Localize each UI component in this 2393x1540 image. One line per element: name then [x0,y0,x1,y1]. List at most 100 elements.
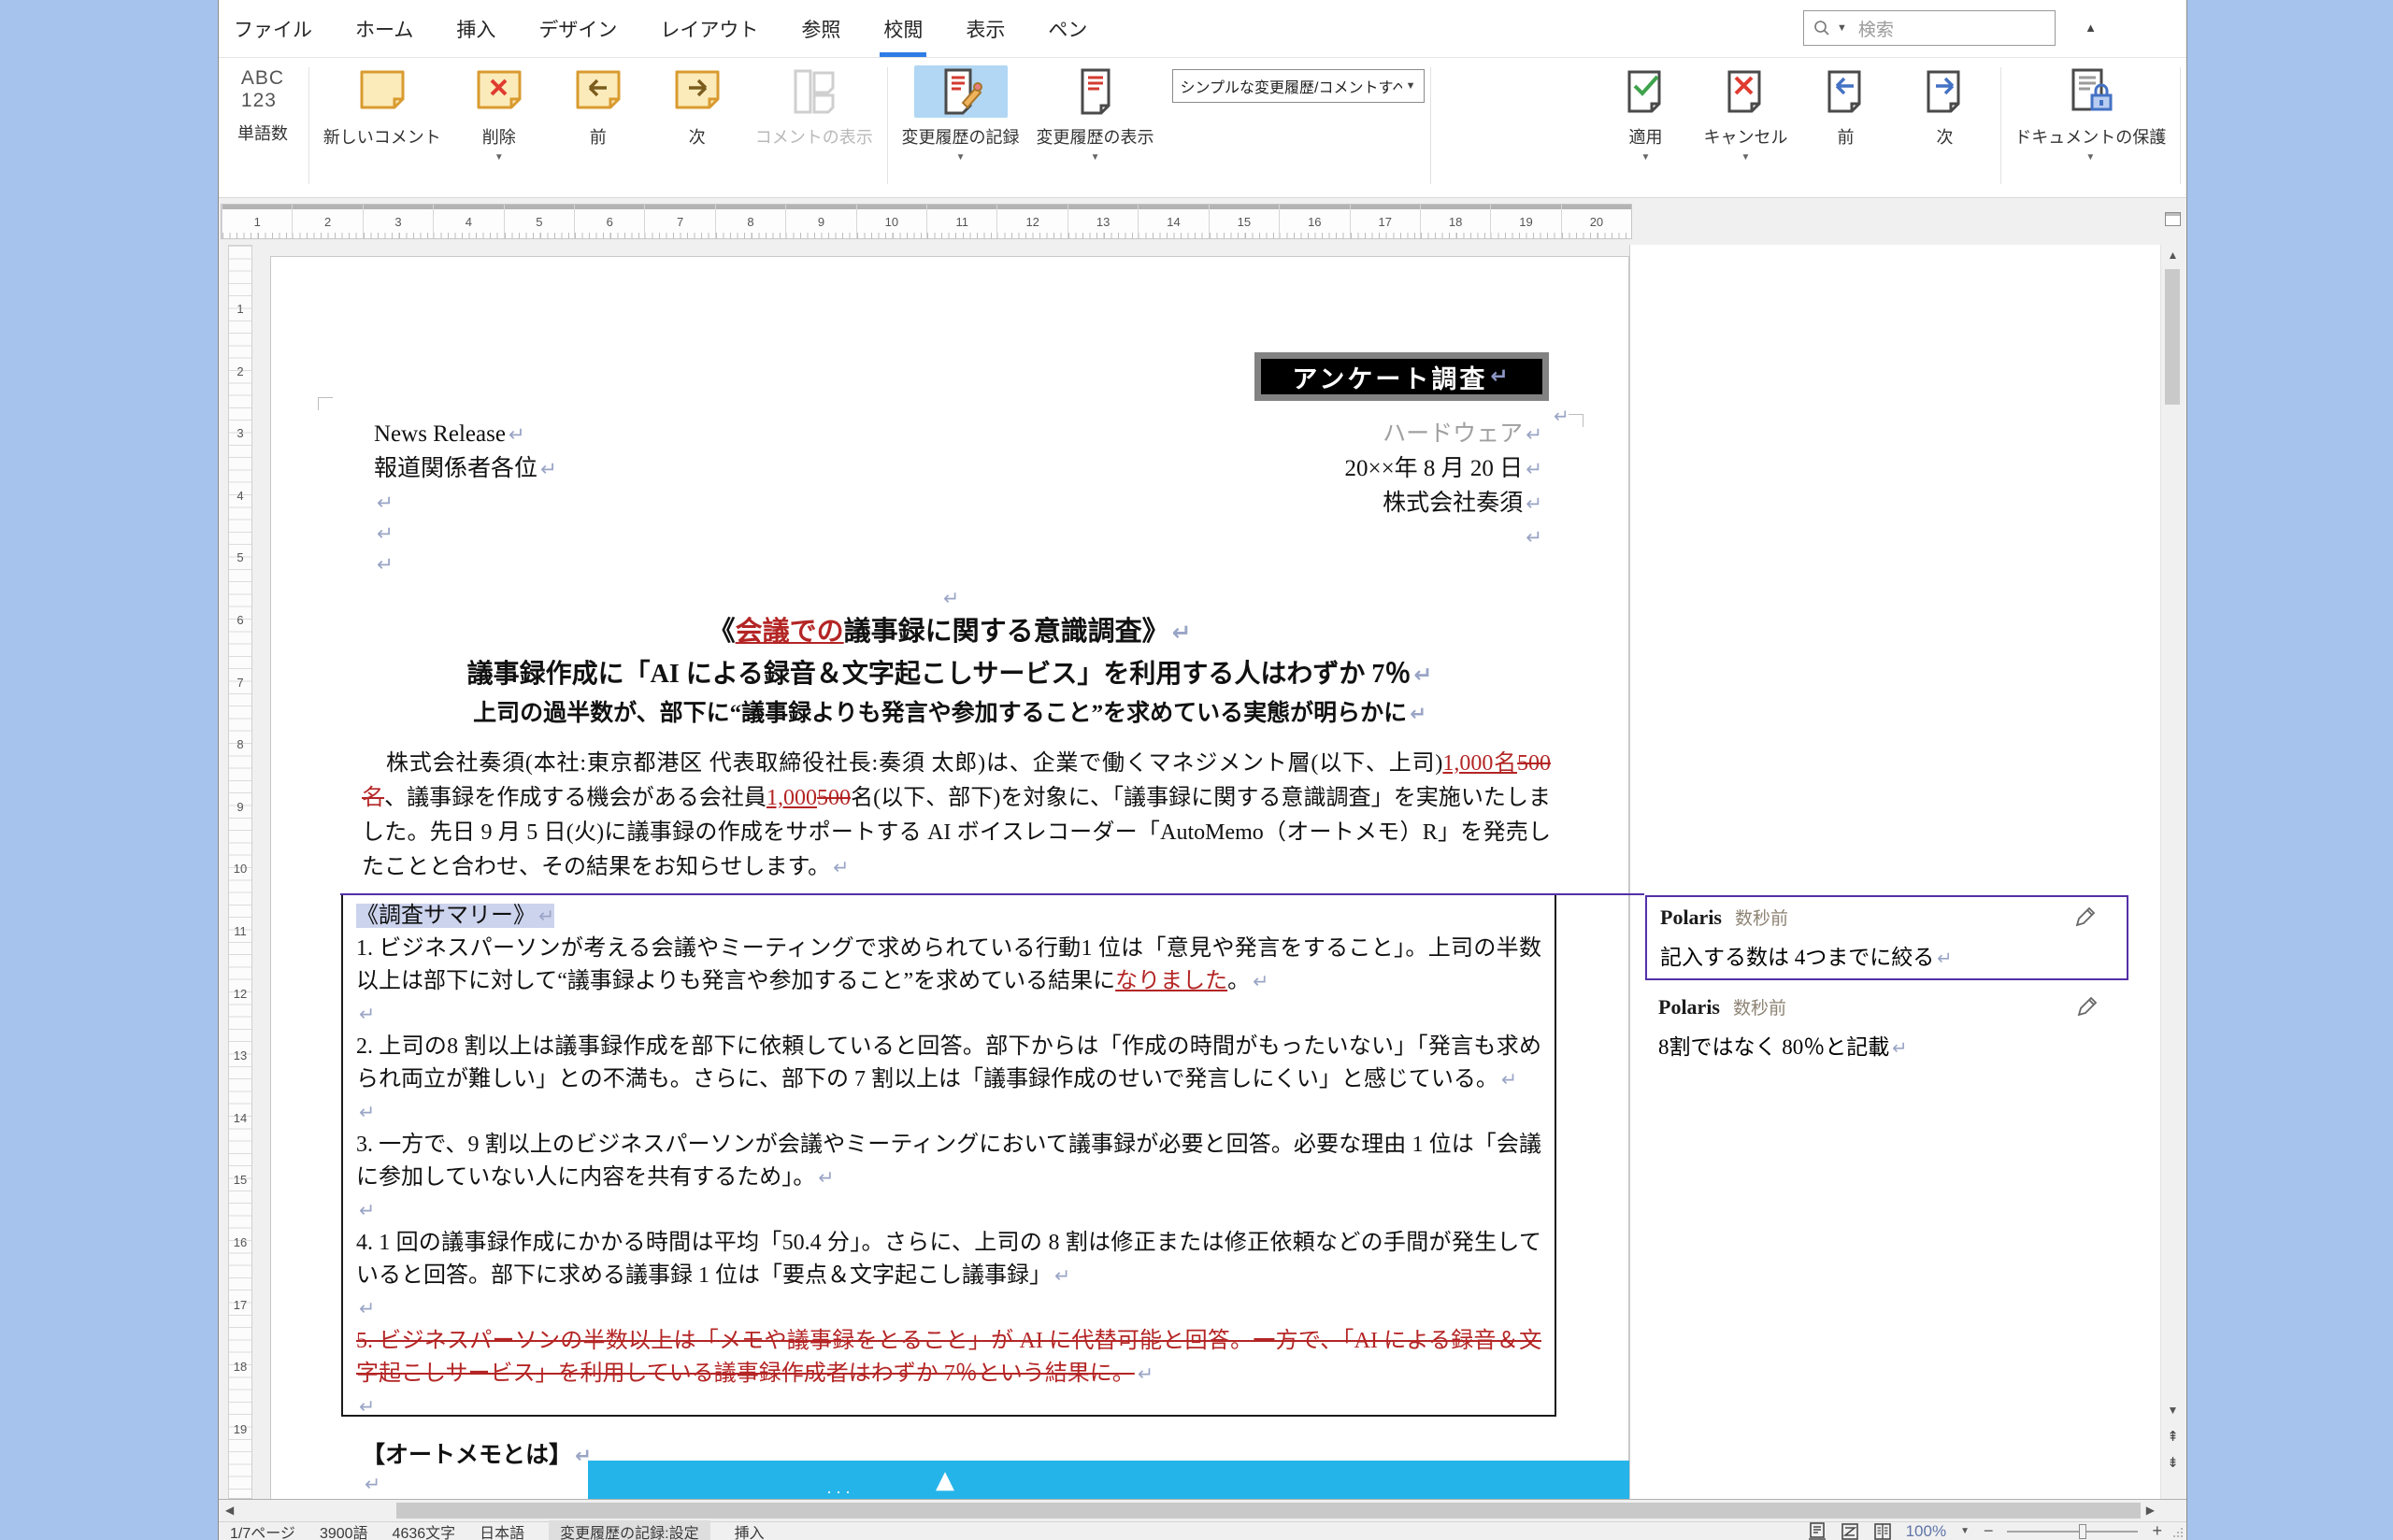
search-dropdown-icon[interactable]: ▼ [1837,22,1847,34]
header-left-block: News Release 報道関係者各位 [374,418,557,579]
next-page-icon[interactable]: ⇟ [2161,1454,2185,1471]
title-block: 《会議での議事録に関する意識調査》 議事録作成に「AI による録音＆文字起こしサ… [271,610,1628,734]
previous-comment-icon [572,65,624,118]
news-release-line: News Release [374,418,557,452]
word-count-button[interactable]: ABC 123 単語数 [228,58,303,197]
track-changes-display-icon [1069,65,1122,118]
reject-change-button[interactable]: キャンセル ▼ [1704,65,1788,164]
vertical-scrollbar[interactable]: ▲ ▼ ⇞ ⇟ [2160,245,2185,1499]
zoom-level[interactable]: 100% [1906,1522,1946,1540]
ruler-row: 1234567891011121314151617181920 [219,198,2186,245]
tab-home[interactable]: ホーム [355,0,413,57]
reject-change-icon [1720,65,1772,118]
tab-references[interactable]: 参照 [801,0,840,57]
vertical-scroll-thumb[interactable] [2165,269,2180,405]
horizontal-scrollbar[interactable]: ◀ ▶ [219,1499,2186,1521]
tab-view[interactable]: 表示 [966,0,1005,57]
language-status[interactable]: 日本語 [480,1520,524,1540]
chevron-down-icon[interactable]: ▼ [494,152,504,164]
doc-title-2: 議事録作成に「AI による録音＆文字起こしサービス」を利用する人はわずか 7％ [271,654,1628,695]
edit-comment-icon[interactable] [2074,995,2099,1020]
word-count-icon: ABC 123 [241,67,284,112]
delete-comment-button[interactable]: 削除 ▼ [458,65,540,164]
tab-pen[interactable]: ペン [1048,0,1087,57]
group-divider [308,67,309,184]
vertical-ruler[interactable]: 12345678910111213141516171819 [228,245,252,1499]
chevron-down-icon[interactable]: ▼ [1741,152,1751,164]
scroll-down-icon[interactable]: ▼ [2161,1404,2185,1417]
track-changes-record-icon [914,65,1008,118]
paragraph-mark [271,586,1628,611]
scroll-left-icon[interactable]: ◀ [225,1504,234,1517]
chevron-down-icon[interactable]: ▼ [2085,152,2095,164]
tab-review[interactable]: 校閲 [883,0,923,57]
comment-card[interactable]: Polaris 数秒前 8割ではなく 80％と記載 [1645,987,2128,1068]
next-comment-button[interactable]: 次 [656,65,738,164]
ribbon: ABC 123 単語数 新しいコメント 削除 [219,58,2186,198]
zoom-slider[interactable] [2007,1523,2138,1540]
scroll-up-icon[interactable]: ▲ [2161,249,2185,262]
company-line: 株式会社奏須 [1344,487,1542,521]
margin-corner-mark [318,397,333,410]
next-change-button[interactable]: 次 [1904,65,1986,164]
comments-group: 新しいコメント 削除 ▼ 前 [315,58,881,197]
collapse-ribbon-button[interactable]: ▲ [2085,21,2097,35]
chevron-down-icon[interactable]: ▼ [956,152,966,164]
previous-comment-button[interactable]: 前 [557,65,639,164]
next-change-icon [1919,65,1971,118]
empty-paragraph [374,487,557,518]
empty-paragraph [362,1468,380,1499]
web-layout-view-icon[interactable] [1841,1522,1859,1540]
zoom-slider-thumb[interactable] [2079,1524,2086,1539]
horizontal-scroll-thumb[interactable] [396,1503,2141,1519]
edit-comment-icon[interactable] [2072,905,2097,930]
zoom-in-button[interactable]: + [2152,1521,2162,1540]
tab-layout[interactable]: レイアウト [660,0,758,57]
next-comment-icon [671,65,724,118]
previous-change-button[interactable]: 前 [1805,65,1887,164]
page-indicator[interactable]: 1/7ページ [230,1520,295,1540]
show-comments-icon [788,65,840,118]
column-view-icon[interactable] [1873,1522,1892,1540]
tab-file[interactable]: ファイル [234,0,312,57]
empty-paragraph [356,1292,1541,1325]
doc-title-3: 上司の過半数が、部下に“議事録よりも発言や参加すること”を求めている実態が明らか… [271,695,1628,734]
track-changes-display-button[interactable]: 変更履歴の表示 ▼ [1037,65,1154,164]
empty-paragraph [1344,521,1542,552]
zoom-dropdown-icon[interactable]: ▼ [1960,1526,1970,1536]
track-changes-record-button[interactable]: 変更履歴の記録 ▼ [902,65,1020,164]
previous-page-icon[interactable]: ⇞ [2161,1428,2185,1445]
department-line: ハードウェア [1344,418,1542,452]
resize-grip-icon[interactable] [2172,1527,2184,1538]
tracking-group: 変更履歴の記録 ▼ 変更履歴の表示 ▼ シンプルな変更履歴/コメントすべて ▼ [894,58,1425,197]
horizontal-ruler[interactable]: 1234567891011121314151617181920 [221,204,1632,239]
chevron-down-icon[interactable]: ▼ [1091,152,1100,164]
chevron-down-icon: ▼ [1406,80,1416,92]
search-input[interactable]: ▼ 検索 [1803,10,2056,46]
survey-summary-box: 《調査サマリー》 1. ビジネスパーソンが考える会議やミーティングで求められてい… [341,893,1556,1417]
chevron-down-icon[interactable]: ▼ [1641,152,1651,164]
print-layout-view-icon[interactable] [1808,1522,1827,1540]
track-changes-status[interactable]: 変更履歴の記録:設定 [549,1520,709,1540]
insert-mode-status[interactable]: 挿入 [735,1520,765,1540]
new-comment-button[interactable]: 新しいコメント [323,65,441,164]
protect-document-button[interactable]: ドキュメントの保護 ▼ [2014,65,2166,164]
paragraph-mark [1554,405,1569,427]
previous-change-icon [1820,65,1872,118]
word-count-status[interactable]: 3900語 [320,1520,368,1540]
tab-insert[interactable]: 挿入 [456,0,495,57]
accept-change-button[interactable]: 適用 ▼ [1605,65,1687,164]
empty-paragraph [374,518,557,549]
document-area: 12345678910111213141516171819 アンケート調査 Ne… [219,245,2186,1499]
document-page[interactable]: アンケート調査 News Release 報道関係者各位 ハードウェア 20××… [270,256,1629,1499]
ruler-toggle-button[interactable] [2165,212,2181,226]
comment-card-active[interactable]: Polaris 数秒前 記入する数は 4つまでに絞る [1645,895,2128,980]
zoom-out-button[interactable]: − [1984,1521,1994,1540]
track-mode-dropdown[interactable]: シンプルな変更履歴/コメントすべて ▼ [1172,69,1425,103]
tab-design[interactable]: デザイン [538,0,617,57]
survey-stamp: アンケート調査 [1254,352,1549,401]
char-count-status[interactable]: 4636文字 [393,1520,456,1540]
scroll-right-icon[interactable]: ▶ [2146,1504,2155,1517]
comment-text: 8割ではなく 80％と記載 [1658,1029,2115,1061]
automemo-banner-image[interactable]: ··· ▲ [588,1461,1629,1499]
